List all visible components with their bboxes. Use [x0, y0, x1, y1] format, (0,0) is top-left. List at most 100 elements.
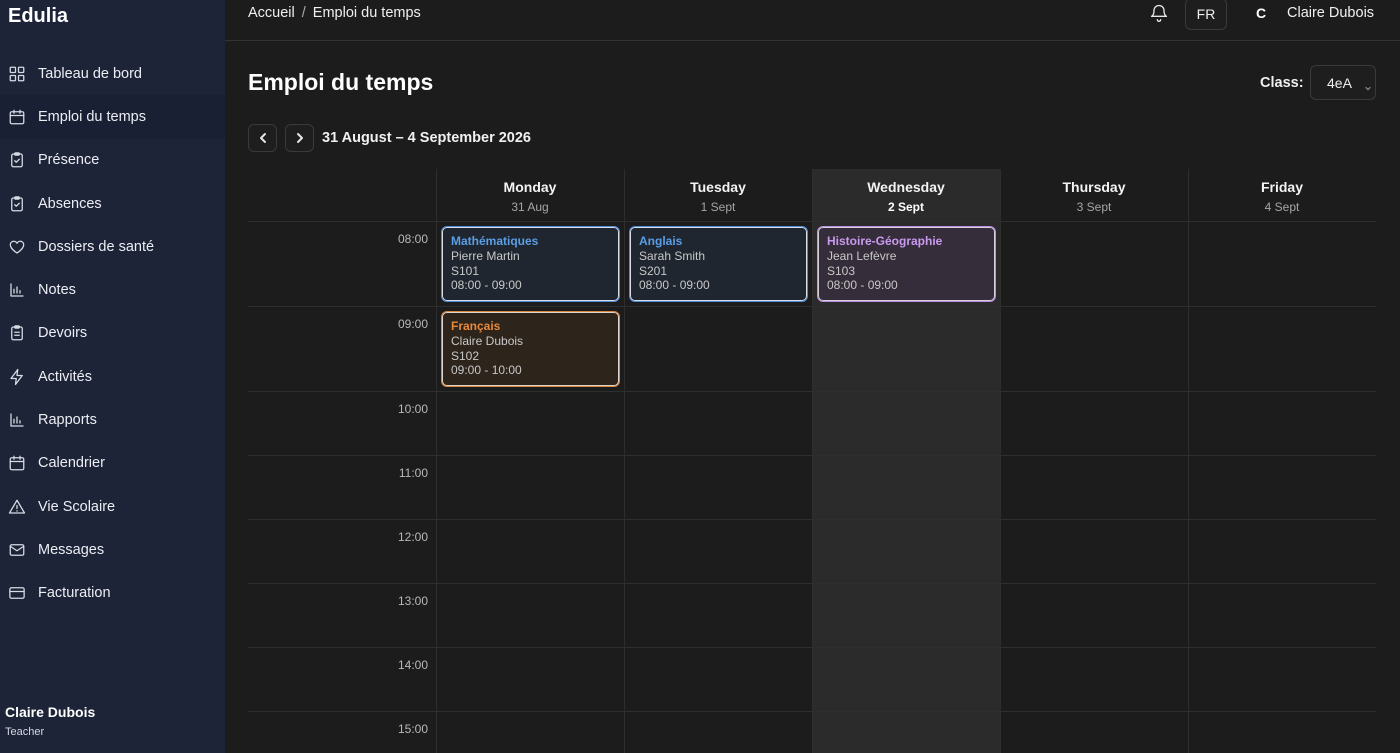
sidebar: Edulia Tableau de bord Emploi du temps Pré…	[0, 0, 225, 753]
breadcrumb: Accueil / Emploi du temps	[248, 5, 421, 21]
top-bar: Accueil / Emploi du temps FR C Claire Du…	[225, 0, 1400, 41]
time-label: 12:00	[397, 530, 428, 544]
sidebar-item-rapports[interactable]: Rapports	[0, 398, 225, 441]
sidebar-item-label: Devoirs	[38, 325, 88, 342]
page-title: Emploi du temps	[248, 69, 434, 95]
time-label: 08:00	[397, 232, 428, 246]
day-header-wednesday: Wednesday 2 Sept	[812, 169, 1000, 221]
sidebar-user[interactable]: Claire Dubois Teacher	[5, 704, 95, 738]
event-teacher: Pierre Martin	[451, 248, 520, 263]
avatar[interactable]: C	[1256, 5, 1266, 21]
calendar-icon	[8, 108, 26, 126]
day-header-tuesday: Tuesday 1 Sept	[624, 169, 812, 221]
sidebar-item-messages[interactable]: Messages	[0, 528, 225, 571]
event-card-anglais[interactable]: Anglais Sarah Smith S201 08:00 - 09:00	[629, 226, 808, 302]
day-date: 1 Sept	[700, 200, 736, 214]
time-label: 15:00	[397, 722, 428, 736]
class-select[interactable]: 4eA	[1310, 65, 1376, 100]
sidebar-item-facturation[interactable]: Facturation	[0, 572, 225, 615]
language-button[interactable]: FR	[1185, 0, 1227, 30]
event-time: 09:00 - 10:00	[451, 363, 522, 378]
class-label: Class:	[1260, 75, 1304, 91]
grid-column-divider	[812, 169, 813, 753]
grid-column-divider	[1000, 169, 1001, 753]
bar-chart-icon	[8, 411, 26, 429]
clipboard-check-icon	[8, 195, 26, 213]
mail-icon	[8, 541, 26, 559]
event-room: S201	[639, 263, 668, 278]
sidebar-item-dossiers-de-sante[interactable]: Dossiers de santé	[0, 225, 225, 268]
sidebar-item-label: Emploi du temps	[38, 108, 146, 125]
event-card-histoire-geographie[interactable]: Histoire-Géographie Jean Lefèvre S103 08:00…	[817, 226, 996, 302]
breadcrumb-home[interactable]: Accueil	[248, 5, 295, 21]
day-header-thursday: Thursday 3 Sept	[1000, 169, 1188, 221]
day-header-friday: Friday 4 Sept	[1188, 169, 1376, 221]
grid-column-divider	[624, 169, 625, 753]
sidebar-item-absences[interactable]: Absences	[0, 182, 225, 225]
breadcrumb-current: Emploi du temps	[312, 5, 421, 21]
bolt-icon	[8, 368, 26, 386]
day-date: 31 Aug	[511, 200, 549, 214]
sidebar-item-label: Notes	[38, 282, 76, 299]
grid-row-divider	[248, 306, 1376, 307]
heart-icon	[8, 238, 26, 256]
sidebar-item-label: Tableau de bord	[38, 65, 142, 82]
grid-row-divider	[248, 455, 1376, 456]
previous-week-button[interactable]	[248, 124, 277, 152]
day-name: Wednesday	[867, 179, 945, 195]
sidebar-item-label: Dossiers de santé	[38, 238, 155, 255]
time-label: 13:00	[397, 594, 428, 608]
sidebar-item-vie-scolaire[interactable]: Vie Scolaire	[0, 485, 225, 528]
day-name: Monday	[503, 179, 557, 195]
time-label: 11:00	[398, 466, 428, 480]
next-week-button[interactable]	[285, 124, 314, 152]
sidebar-item-calendrier[interactable]: Calendrier	[0, 442, 225, 485]
warning-icon	[8, 498, 26, 516]
day-date: 4 Sept	[1264, 200, 1300, 214]
header-user-name[interactable]: Claire Dubois	[1287, 5, 1374, 21]
sidebar-item-presence[interactable]: Présence	[0, 139, 225, 182]
notifications-bell-icon[interactable]	[1149, 3, 1171, 25]
sidebar-user-role: Teacher	[5, 726, 45, 738]
clipboard-check-icon	[8, 151, 26, 169]
sidebar-item-notes[interactable]: Notes	[0, 268, 225, 311]
sidebar-item-devoirs[interactable]: Devoirs	[0, 312, 225, 355]
credit-card-icon	[8, 584, 26, 602]
grid-column-divider	[1188, 169, 1189, 753]
grid-icon	[8, 65, 26, 83]
event-time: 08:00 - 09:00	[827, 278, 898, 293]
sidebar-item-emploi-du-temps[interactable]: Emploi du temps	[0, 95, 225, 139]
event-teacher: Claire Dubois	[451, 333, 524, 348]
app-root: Edulia Tableau de bord Emploi du temps Pré…	[0, 0, 1400, 753]
sidebar-item-tableau-de-bord[interactable]: Tableau de bord	[0, 52, 225, 95]
grid-row-divider	[248, 519, 1376, 520]
grid-row-divider	[248, 647, 1376, 648]
clipboard-list-icon	[8, 324, 26, 342]
sidebar-item-label: Rapports	[38, 412, 97, 429]
event-time: 08:00 - 09:00	[639, 278, 710, 293]
day-name: Thursday	[1062, 179, 1126, 195]
event-teacher: Sarah Smith	[639, 248, 706, 263]
class-select-value: 4eA	[1327, 74, 1352, 91]
week-calendar: Monday 31 Aug Tuesday 1 Sept Wednesday 2 Sept…	[248, 169, 1376, 753]
sidebar-item-activites[interactable]: Activités	[0, 355, 225, 398]
chevron-right-icon	[296, 133, 303, 143]
chevron-left-icon	[259, 133, 266, 143]
sidebar-item-label: Activités	[38, 368, 92, 385]
event-card-mathematiques[interactable]: Mathématiques Pierre Martin S101 08:00 - 09…	[441, 226, 620, 302]
chevron-down-icon	[1364, 79, 1372, 91]
day-date: 3 Sept	[1076, 200, 1112, 214]
grid-row-divider	[248, 391, 1376, 392]
grid-row-divider	[248, 711, 1376, 712]
day-header-monday: Monday 31 Aug	[436, 169, 624, 221]
grid-row-divider	[248, 221, 1376, 222]
event-time: 08:00 - 09:00	[451, 278, 522, 293]
bar-chart-icon	[8, 281, 26, 299]
sidebar-user-name: Claire Dubois	[5, 704, 96, 720]
time-label: 10:00	[397, 402, 428, 416]
grid-column-divider	[436, 169, 437, 753]
calendar-icon	[8, 454, 26, 472]
event-card-francais[interactable]: Français Claire Dubois S102 09:00 - 10:00	[441, 311, 620, 387]
brand-logo[interactable]: Edulia	[8, 5, 68, 28]
sidebar-item-label: Vie Scolaire	[38, 498, 116, 515]
